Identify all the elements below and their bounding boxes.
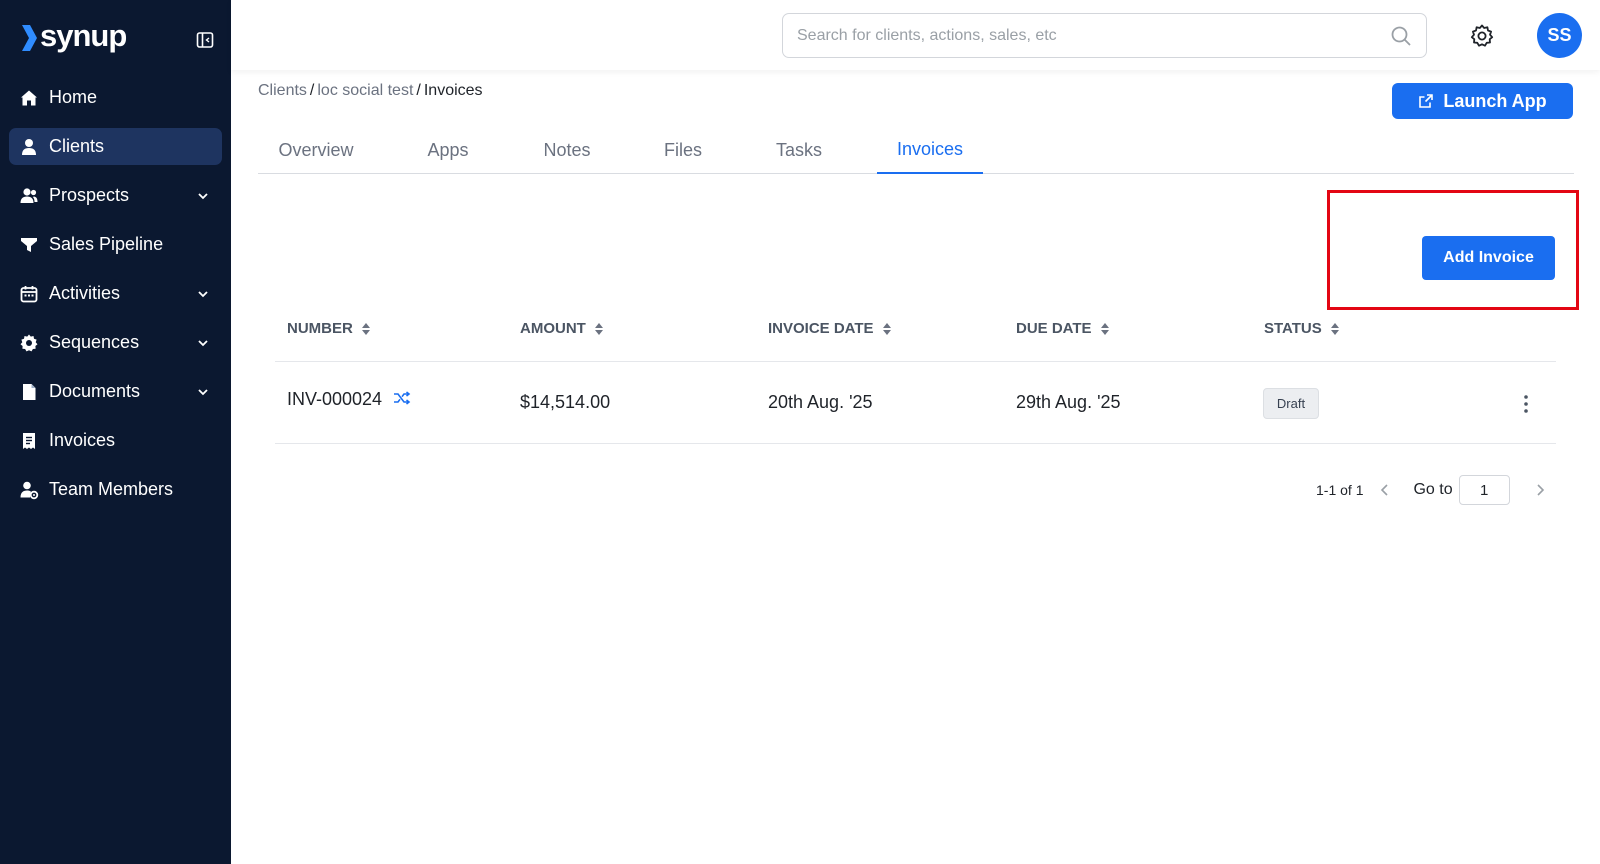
pagination: 1-1 of 1 Go to	[1316, 475, 1548, 505]
collapse-sidebar-icon[interactable]	[195, 30, 215, 50]
user-icon	[19, 137, 39, 157]
launch-app-button[interactable]: Launch App	[1392, 83, 1573, 119]
column-header-label: AMOUNT	[520, 320, 586, 337]
chevron-right-icon[interactable]	[1532, 482, 1548, 498]
logo-chevron-icon	[22, 25, 37, 51]
sidebar-item-clients[interactable]: Clients	[9, 128, 222, 165]
column-header-invoice-date[interactable]: INVOICE DATE	[768, 320, 892, 337]
avatar[interactable]: SS	[1537, 13, 1582, 58]
table-row[interactable]: INV-000024 $14,514.00 20th Aug. '25 29th…	[275, 362, 1556, 444]
column-header-label: DUE DATE	[1016, 320, 1092, 337]
gear-icon	[19, 333, 39, 353]
sidebar-item-label: Prospects	[49, 185, 130, 205]
breadcrumb-separator: /	[309, 82, 315, 99]
sort-icon	[1330, 322, 1339, 335]
sidebar-item-label: Documents	[49, 381, 141, 401]
breadcrumb-separator: /	[416, 82, 421, 99]
chevron-down-icon[interactable]	[196, 336, 210, 350]
tab-invoices[interactable]: Invoices	[877, 127, 983, 174]
sidebar-item-sales-pipeline[interactable]: Sales Pipeline	[9, 226, 222, 263]
breadcrumb-clients[interactable]: Clients	[258, 82, 307, 99]
sidebar: synup Home Clients Prospects Sales Pipel…	[0, 0, 231, 864]
sort-icon	[882, 322, 891, 335]
breadcrumb-current: Invoices	[423, 82, 483, 99]
column-header-label: INVOICE DATE	[768, 320, 874, 337]
sidebar-item-activities[interactable]: Activities	[9, 275, 222, 312]
column-header-due-date[interactable]: DUE DATE	[1016, 320, 1110, 337]
sidebar-item-label: Clients	[49, 136, 105, 156]
sidebar-item-invoices[interactable]: Invoices	[9, 422, 222, 459]
sort-icon	[361, 322, 370, 335]
tab-apps[interactable]: Apps	[425, 127, 471, 174]
chevron-down-icon[interactable]	[196, 385, 210, 399]
sidebar-item-sequences[interactable]: Sequences	[9, 324, 222, 361]
team-settings-icon	[19, 480, 39, 500]
table-header: NUMBER AMOUNT INVOICE DATE DUE DATE STAT…	[275, 310, 1556, 362]
logo-text: synup	[40, 18, 127, 53]
sidebar-item-label: Invoices	[49, 430, 116, 450]
sidebar-item-label: Team Members	[49, 479, 174, 499]
settings-gear-icon[interactable]	[1469, 23, 1495, 49]
search-box[interactable]	[782, 13, 1427, 58]
status-badge: Draft	[1263, 388, 1319, 419]
more-options-icon[interactable]	[1517, 394, 1535, 414]
goto-label: Go to	[1413, 481, 1453, 498]
launch-app-label: Launch App	[1443, 90, 1547, 111]
prospects-icon	[19, 186, 39, 206]
calendar-icon	[19, 284, 39, 304]
invoice-number: INV-000024	[287, 389, 383, 409]
tab-overview[interactable]: Overview	[275, 127, 357, 174]
tab-files[interactable]: Files	[663, 127, 703, 174]
search-icon[interactable]	[1390, 25, 1412, 47]
external-link-icon	[1419, 94, 1434, 108]
column-header-label: NUMBER	[287, 320, 353, 337]
invoice-icon	[19, 431, 39, 451]
funnel-icon	[19, 235, 39, 255]
invoice-due-date: 29th Aug. '25	[1016, 392, 1121, 412]
search-input[interactable]	[797, 14, 1357, 57]
home-icon	[19, 88, 39, 108]
invoice-number-cell[interactable]: INV-000024	[287, 389, 411, 410]
tab-bar: Overview Apps Notes Files Tasks Invoices	[258, 127, 1574, 174]
tab-notes[interactable]: Notes	[542, 127, 592, 174]
breadcrumb-client[interactable]: loc social test	[317, 82, 413, 99]
column-header-amount[interactable]: AMOUNT	[520, 320, 604, 337]
sort-icon	[1100, 322, 1109, 335]
sidebar-item-label: Activities	[49, 283, 121, 303]
sidebar-nav: Home Clients Prospects Sales Pipeline Ac…	[9, 79, 222, 520]
column-header-number[interactable]: NUMBER	[287, 320, 371, 337]
sort-icon	[594, 322, 603, 335]
column-header-label: STATUS	[1264, 320, 1322, 337]
breadcrumb: Clients / loc social test / Invoices	[258, 82, 483, 100]
chevron-down-icon[interactable]	[196, 287, 210, 301]
add-invoice-button[interactable]: Add Invoice	[1422, 236, 1555, 280]
sidebar-item-label: Sequences	[49, 332, 140, 352]
invoices-table: NUMBER AMOUNT INVOICE DATE DUE DATE STAT…	[275, 310, 1556, 444]
sidebar-item-home[interactable]: Home	[9, 79, 222, 116]
tab-tasks[interactable]: Tasks	[774, 127, 824, 174]
sidebar-item-label: Sales Pipeline	[49, 234, 164, 254]
invoice-amount: $14,514.00	[520, 392, 611, 412]
chevron-down-icon[interactable]	[196, 189, 210, 203]
invoice-date: 20th Aug. '25	[768, 392, 873, 412]
sidebar-item-label: Home	[49, 87, 98, 107]
chevron-left-icon[interactable]	[1377, 482, 1393, 498]
sidebar-item-team-members[interactable]: Team Members	[9, 471, 222, 508]
shuffle-icon[interactable]	[393, 391, 411, 405]
sidebar-item-documents[interactable]: Documents	[9, 373, 222, 410]
synup-logo[interactable]: synup	[20, 18, 127, 56]
column-header-status[interactable]: STATUS	[1264, 320, 1340, 337]
pagination-range: 1-1 of 1	[1316, 482, 1364, 498]
page-number-input[interactable]	[1458, 475, 1510, 505]
sidebar-item-prospects[interactable]: Prospects	[9, 177, 222, 214]
document-icon	[19, 382, 39, 402]
